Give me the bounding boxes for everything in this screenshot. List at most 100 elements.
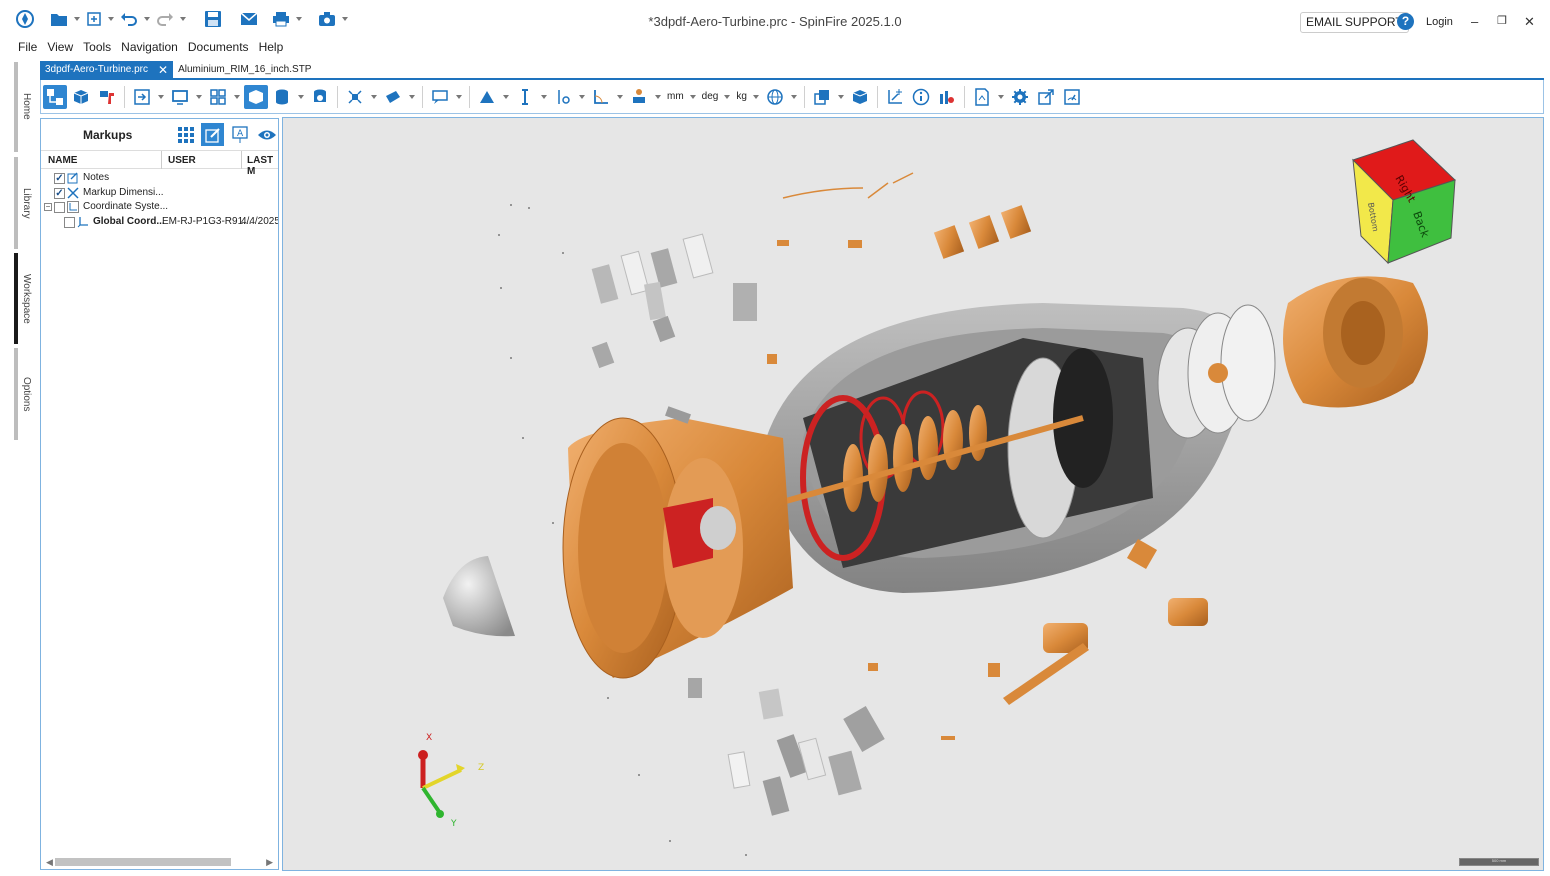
column-name[interactable]: NAME [48, 155, 77, 166]
globe-icon[interactable] [763, 85, 787, 109]
scroll-right-icon[interactable]: ▶ [266, 857, 273, 868]
analysis-icon[interactable] [935, 85, 959, 109]
rail-library[interactable] [14, 157, 18, 249]
units-mass[interactable]: kg [734, 91, 749, 102]
tree-row-notes[interactable]: ✓ Notes [41, 171, 278, 186]
tree-row-coordinate-system[interactable]: − Coordinate Syste... [41, 200, 278, 215]
menu-documents[interactable]: Documents [188, 40, 255, 54]
minimize-icon[interactable]: – [1471, 14, 1478, 29]
menu-tools[interactable]: Tools [83, 40, 117, 54]
render-settings-icon[interactable] [308, 85, 332, 109]
triad-y-label: Y [450, 819, 457, 829]
section-plane-icon[interactable] [381, 85, 405, 109]
grid-view-icon[interactable] [174, 123, 197, 146]
scale-bar: 500 mm [1459, 858, 1539, 866]
report-icon[interactable] [970, 85, 994, 109]
measure-radius-icon[interactable] [551, 85, 575, 109]
markups-column-headers: NAME USER LAST M [41, 150, 278, 177]
part-box-icon[interactable] [69, 85, 93, 109]
help-icon[interactable]: ? [1397, 13, 1414, 30]
tree-row-global-coordinate[interactable]: Global Coord... EM-RJ-P1G3-R91... 4/4/20… [41, 215, 278, 230]
rail-workspace[interactable] [14, 253, 18, 344]
tree-row-label: Markup Dimensi... [83, 186, 164, 198]
shaded-cube-icon[interactable] [244, 84, 268, 109]
close-tab-icon[interactable]: ✕ [158, 61, 168, 79]
model-canvas[interactable]: Right Bottom Back X Z Y [283, 118, 1544, 871]
edit-markup-icon[interactable] [201, 123, 224, 146]
nose-cone[interactable] [443, 556, 515, 637]
tree-row-label: Coordinate Syste... [83, 201, 169, 212]
document-tabs: 3dpdf-Aero-Turbine.prc ✕ Aluminium_RIM_1… [40, 61, 316, 79]
settings-gear-icon[interactable] [1008, 85, 1032, 109]
markups-title: Markups [83, 128, 133, 142]
rail-options[interactable] [14, 348, 18, 440]
email-support-button[interactable]: EMAIL SUPPORT [1300, 12, 1409, 33]
box-3d-icon[interactable] [848, 85, 872, 109]
point-add-icon[interactable] [883, 85, 907, 109]
rail-library-label[interactable]: Library [21, 188, 32, 219]
tree-row-user: EM-RJ-P1G3-R91... [162, 215, 252, 227]
info-icon[interactable] [909, 85, 933, 109]
global-coordinate-checkbox[interactable] [64, 216, 75, 228]
tab-label: 3dpdf-Aero-Turbine.prc [45, 64, 149, 75]
3d-viewport[interactable]: Right Bottom Back X Z Y 500 mm [282, 117, 1544, 871]
explode-icon[interactable] [343, 85, 367, 109]
rail-home[interactable] [14, 62, 18, 152]
markups-panel-header: Markups A [41, 119, 278, 149]
rail-workspace-label[interactable]: Workspace [21, 274, 32, 324]
markups-panel: Markups A NAME USER LAST M ✓ Notes ✓ Mar… [40, 118, 279, 870]
measure-angle2-icon[interactable] [589, 85, 613, 109]
markup-dimensions-checkbox[interactable]: ✓ [54, 187, 65, 199]
front-fan-assembly[interactable] [562, 417, 793, 679]
assembly-red-icon[interactable] [95, 85, 119, 109]
markups-tree: ✓ Notes ✓ Markup Dimensi... − Coordinate… [41, 171, 278, 229]
triad-z-label: Z [478, 763, 484, 773]
menu-file[interactable]: File [18, 40, 43, 54]
menu-bar: File View Tools Navigation Documents Hel… [18, 40, 293, 54]
tree-row-label: Notes [83, 172, 110, 183]
coordinate-system-checkbox[interactable] [54, 202, 65, 213]
tab-label: Aluminium_RIM_16_inch.STP [178, 64, 312, 75]
tree-row-markup-dimensions[interactable]: ✓ Markup Dimensi... [41, 186, 278, 201]
text-markup-icon[interactable]: A [228, 123, 251, 146]
compare-icon[interactable] [810, 85, 834, 109]
close-icon[interactable]: ✕ [1524, 14, 1535, 30]
exhaust-cone[interactable] [1283, 276, 1428, 408]
horizontal-scrollbar[interactable]: ◀ ▶ [41, 853, 278, 869]
collapse-toggle-icon[interactable]: − [44, 203, 52, 211]
performance-icon[interactable] [1060, 85, 1084, 109]
import-icon[interactable] [130, 85, 154, 109]
select-tree-icon[interactable] [43, 84, 67, 109]
svg-text:A: A [237, 129, 244, 139]
triad-x-label: X [426, 733, 432, 743]
layout-grid-icon[interactable] [206, 85, 230, 109]
menu-view[interactable]: View [47, 40, 79, 54]
title-bar: *3dpdf-Aero-Turbine.prc - SpinFire 2025.… [0, 0, 1550, 40]
column-user[interactable]: USER [168, 155, 196, 166]
scale-bar-label: 500 mm [1491, 858, 1507, 863]
visibility-eye-icon[interactable] [255, 123, 278, 146]
rail-home-label[interactable]: Home [21, 93, 32, 120]
cylinder-icon[interactable] [270, 85, 294, 109]
scrollbar-thumb[interactable] [55, 858, 231, 866]
external-link-icon[interactable] [1034, 85, 1058, 109]
login-link[interactable]: Login [1426, 16, 1453, 28]
measure-distance-icon[interactable] [513, 85, 537, 109]
notes-checkbox[interactable]: ✓ [54, 173, 65, 184]
tab-aluminium-rim[interactable]: Aluminium_RIM_16_inch.STP [173, 61, 316, 79]
menu-navigation[interactable]: Navigation [121, 40, 184, 54]
tab-aero-turbine[interactable]: 3dpdf-Aero-Turbine.prc ✕ [40, 61, 174, 79]
units-angle[interactable]: deg [700, 91, 721, 102]
axis-icon [77, 216, 89, 233]
display-mode-icon[interactable] [168, 85, 192, 109]
scroll-left-icon[interactable]: ◀ [46, 857, 53, 868]
measure-angle-icon[interactable] [475, 85, 499, 109]
axis-triad: X Z Y [418, 733, 484, 829]
rail-options-label[interactable]: Options [21, 377, 32, 411]
menu-help[interactable]: Help [259, 40, 290, 54]
markup-note-icon[interactable] [428, 85, 452, 109]
mass-properties-icon[interactable] [627, 85, 651, 109]
view-cube[interactable]: Right Bottom Back [1352, 139, 1456, 265]
restore-icon[interactable]: ❐ [1497, 14, 1507, 27]
units-length[interactable]: mm [665, 91, 686, 102]
